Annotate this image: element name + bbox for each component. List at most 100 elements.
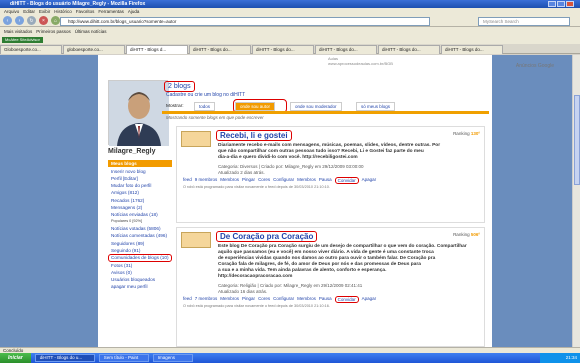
action-configurar[interactable]: Configurar [273, 177, 294, 184]
tab-strip: Globoesporte.co... globoesporte.co... di… [0, 44, 580, 54]
action-pausa[interactable]: Pausa [319, 296, 332, 303]
sidebar-item[interactable]: Notícias enviadas (18) [108, 211, 172, 218]
create-blog-link[interactable]: Cadastre ou crie um blog no diHITT [166, 92, 245, 98]
bookmark-ultimas-noticias[interactable]: Últimas notícias [75, 29, 107, 34]
action-9-membros[interactable]: 9 membros [195, 177, 218, 184]
forward-icon[interactable]: › [15, 16, 24, 25]
tab-dihitt-4[interactable]: diHITT - Blogs do... [315, 44, 377, 54]
menu-ferramentas[interactable]: Ferramentas [98, 9, 124, 14]
sidebar-item[interactable]: Perfil [Editar] [108, 175, 172, 182]
filter-so-meus-blogs[interactable]: só meus blogs [356, 102, 396, 111]
close-icon[interactable] [566, 1, 574, 7]
action-pingar[interactable]: Pingar [242, 177, 255, 184]
menu-arquivo[interactable]: Arquivo [4, 9, 19, 14]
blog-entry: De Coração pra Coração Ranking 506º Este b… [176, 227, 485, 347]
action-pingar[interactable]: Pingar [242, 296, 255, 303]
sidebar-item[interactable]: Notícias comentadas (496) [108, 233, 172, 240]
task-firefox[interactable]: diHITT - Blogs do u... [34, 354, 95, 362]
blog-entry: Recebi, li e gostei Ranking 130º Diariamen… [176, 126, 485, 223]
sidebar-item[interactable]: Mensagens (2) [108, 204, 172, 211]
address-bar[interactable]: http://www.dihitt.com.br/blogs_usuario?s… [60, 16, 430, 26]
search-input[interactable]: MySearch Search [478, 16, 570, 26]
tab-globoesporte-1[interactable]: Globoesporte.co... [0, 44, 62, 54]
filter-todos[interactable]: todos [194, 102, 216, 111]
filter-divider [162, 111, 489, 114]
sidebar-item[interactable]: Usuários bloqueados [108, 276, 172, 283]
profile-name: Milagre_Regly [108, 148, 156, 155]
tab-dihitt-6[interactable]: diHITT - Blogs do... [441, 44, 503, 54]
avatar[interactable] [108, 80, 169, 146]
action-7-membros[interactable]: 7 membros [195, 296, 218, 303]
bookmark-mais-visitados[interactable]: Mais visitados [4, 29, 32, 34]
window-title: diHITT - Blogs do usuário Milagre_Regly … [10, 1, 146, 7]
blog-thumbnail[interactable] [181, 232, 211, 248]
action-feed[interactable]: feed [183, 296, 192, 303]
sidebar-item[interactable]: Amigos (812) [108, 190, 172, 197]
navigation-toolbar: ‹ › ↻ × ⌂ http://www.dihitt.com.br/blogs… [0, 15, 580, 27]
blog-title[interactable]: De Coração pra Coração [216, 231, 318, 242]
taskbar: Iniciar diHITT - Blogs do u... Sem títul… [0, 353, 580, 363]
action-membros[interactable]: Membros [297, 177, 316, 184]
action-apagar[interactable]: Apagar [362, 177, 377, 184]
action-convidar[interactable]: Convidar [334, 177, 359, 184]
blog-thumbnail[interactable] [181, 131, 211, 147]
sidebar-item[interactable]: Avisos (0) [108, 269, 172, 276]
action-membros[interactable]: Membros [297, 296, 316, 303]
tab-globoesporte-2[interactable]: globoesporte.co... [63, 44, 125, 54]
menubar: Arquivo Editar Exibir Histórico Favorito… [0, 8, 580, 15]
google-ads-label: Anúncios Google [515, 63, 554, 69]
sidebar-item[interactable]: Inserir novo blog [108, 168, 172, 175]
blog-description-line: dia-a-dia e quero dividi-lo com você. ht… [218, 155, 358, 160]
minimize-icon[interactable] [548, 1, 556, 7]
stop-icon[interactable]: × [39, 16, 48, 25]
action-membros[interactable]: Membros [220, 296, 239, 303]
sidebar-item[interactable]: Comunidades de blogs (10) [108, 254, 172, 262]
blog-ranking: Ranking 130º [453, 131, 480, 136]
sidebar-header: Meus blogs [108, 160, 172, 167]
sidebar-item[interactable]: Seguidores (89) [108, 240, 172, 247]
menu-historico[interactable]: Histórico [54, 9, 72, 14]
filter-onde-sou-moderador[interactable]: onde sou moderador [290, 102, 342, 111]
sidebar-item[interactable]: apagar meu perfil [108, 283, 172, 290]
action-cores[interactable]: Cores [258, 177, 270, 184]
action-configurar[interactable]: Configurar [273, 296, 294, 303]
menu-favoritos[interactable]: Favoritos [76, 9, 95, 14]
google-ad[interactable]: Aulas www.aprocessodeaulas.com.br/BGB An… [328, 56, 558, 69]
action-feed[interactable]: feed [183, 177, 192, 184]
sidebar-item[interactable]: Fotos (31) [108, 262, 172, 269]
menu-exibir[interactable]: Exibir [39, 9, 50, 14]
tab-dihitt-2[interactable]: diHITT - Blogs do... [189, 44, 251, 54]
blog-description-line: http://decoracaopracoracao.com [218, 274, 293, 279]
sidebar-item[interactable]: Recados (1762) [108, 197, 172, 204]
sidebar-item[interactable]: Mudar foto do perfil [108, 182, 172, 189]
sidebar-item[interactable]: Notícias votadas (5806) [108, 226, 172, 233]
start-button[interactable]: Iniciar [0, 353, 31, 363]
action-membros[interactable]: Membros [220, 177, 239, 184]
menu-editar[interactable]: Editar [23, 9, 35, 14]
task-paint[interactable]: Sem título - Paint [98, 354, 149, 362]
action-apagar[interactable]: Apagar [362, 296, 377, 303]
mcafee-siteadvisor-button[interactable]: McAfee SiteAdvisor [2, 37, 43, 43]
action-pausa[interactable]: Pausa [319, 177, 332, 184]
menu-ajuda[interactable]: Ajuda [128, 9, 140, 14]
task-imagens[interactable]: Imagens [152, 354, 193, 362]
blog-count-title: 2 blogs [164, 81, 195, 92]
ranking-value: 130º [470, 131, 480, 136]
action-convidar[interactable]: Convidar [334, 296, 359, 303]
vertical-scrollbar[interactable] [572, 55, 580, 347]
tab-dihitt-3[interactable]: diHITT - Blogs do... [252, 44, 314, 54]
ranking-value: 506º [470, 232, 480, 237]
maximize-icon[interactable] [557, 1, 565, 7]
tab-dihitt-5[interactable]: diHITT - Blogs do... [378, 44, 440, 54]
back-icon[interactable]: ‹ [3, 16, 12, 25]
sidebar-item[interactable]: Seguindo (91) [108, 247, 172, 254]
tab-dihitt-active[interactable]: diHITT - Blogs d... [126, 44, 188, 54]
bookmark-primeiros-passos[interactable]: Primeiros passos [36, 29, 71, 34]
home-icon[interactable]: ⌂ [51, 16, 60, 25]
blog-ranking: Ranking 506º [453, 232, 480, 237]
action-cores[interactable]: Cores [258, 296, 270, 303]
reload-icon[interactable]: ↻ [27, 16, 36, 25]
blog-meta-updated: Atualizado 2 dias atrás. [218, 170, 265, 175]
blog-title[interactable]: Recebi, li e gostei [216, 130, 292, 141]
scrollbar-thumb[interactable] [574, 95, 580, 185]
